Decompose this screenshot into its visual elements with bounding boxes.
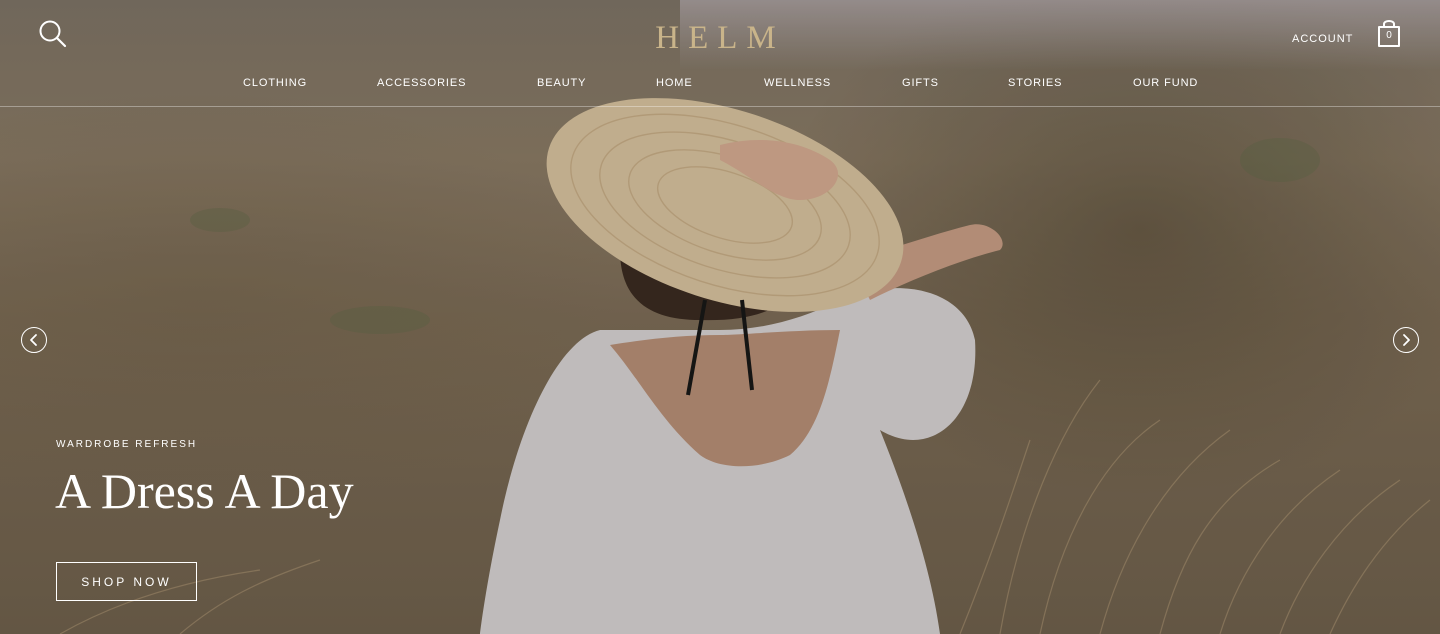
nav-item-our-fund[interactable]: OUR FUND (1133, 77, 1198, 89)
hero-headline: A Dress A Day (55, 463, 354, 519)
nav-item-clothing[interactable]: CLOTHING (243, 77, 307, 89)
site-header: HELM ACCOUNT 0 CLOTHING ACCESSORIES BEAU… (0, 0, 1440, 107)
shop-now-button[interactable]: SHOP NOW (56, 562, 197, 601)
account-link[interactable]: ACCOUNT (1292, 33, 1353, 45)
nav-item-stories[interactable]: STORIES (1008, 77, 1062, 89)
nav-item-home[interactable]: HOME (656, 77, 693, 89)
chevron-left-icon (30, 334, 37, 346)
cart-count-badge: 0 (1386, 30, 1392, 41)
nav-item-accessories[interactable]: ACCESSORIES (377, 77, 466, 89)
carousel-next-button[interactable] (1393, 327, 1419, 353)
shopping-bag-button[interactable]: 0 (1375, 18, 1403, 50)
nav-item-gifts[interactable]: GIFTS (902, 77, 939, 89)
brand-logo[interactable]: HELM (620, 20, 820, 57)
nav-item-beauty[interactable]: BEAUTY (537, 77, 586, 89)
hero-banner: HELM ACCOUNT 0 CLOTHING ACCESSORIES BEAU… (0, 0, 1440, 634)
search-icon[interactable] (38, 19, 68, 49)
main-navigation: CLOTHING ACCESSORIES BEAUTY HOME WELLNES… (0, 77, 1440, 93)
nav-item-wellness[interactable]: WELLNESS (764, 77, 831, 89)
hero-eyebrow: WARDROBE REFRESH (56, 439, 198, 450)
carousel-prev-button[interactable] (21, 327, 47, 353)
chevron-right-icon (1403, 334, 1410, 346)
